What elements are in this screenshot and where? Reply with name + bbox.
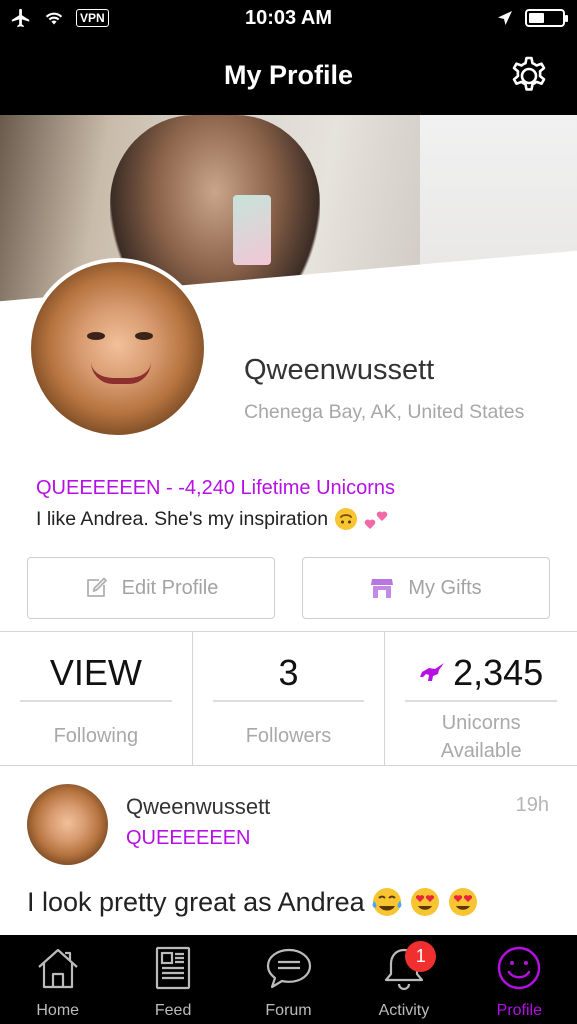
post-text: I look pretty great as Andrea xyxy=(27,886,479,918)
profile-bio-text: I like Andrea. She's my inspiration xyxy=(36,507,329,530)
stats-row: VIEW Following 3 Followers 2,345 Unicorn… xyxy=(0,631,577,766)
battery-level xyxy=(529,13,545,23)
stat-following-value: VIEW xyxy=(49,652,142,693)
two-hearts-emoji-icon xyxy=(364,511,388,529)
stat-followers-label: Followers xyxy=(245,725,332,747)
stat-following[interactable]: VIEW Following xyxy=(0,632,193,765)
tab-profile-label: Profile xyxy=(496,1002,542,1019)
stat-followers-value: 3 xyxy=(278,652,299,693)
tab-activity-label: Activity xyxy=(378,1002,430,1019)
storefront-icon xyxy=(371,579,394,598)
battery-icon xyxy=(525,9,568,27)
stat-unicorns-value: 2,345 xyxy=(453,652,544,693)
profile-location: Chenega Bay, AK, United States xyxy=(244,401,525,423)
edit-icon xyxy=(86,577,107,597)
stat-unicorns-label: Unicorns Available xyxy=(385,709,577,765)
profile-tagline: QUEEEEEEN - -4,240 Lifetime Unicorns xyxy=(36,477,396,499)
profile-bio: I like Andrea. She's my inspiration xyxy=(36,507,390,531)
heart-eyes-emoji-icon xyxy=(410,888,439,916)
stat-following-label: Following xyxy=(53,725,139,747)
avatar-eye-left xyxy=(87,332,105,340)
edit-profile-button[interactable]: Edit Profile xyxy=(27,557,275,619)
my-gifts-button[interactable]: My Gifts xyxy=(302,557,550,619)
status-right xyxy=(497,9,568,27)
post-text-content: I look pretty great as Andrea xyxy=(27,886,365,917)
nav-bar: My Profile xyxy=(0,38,577,115)
tab-home-label: Home xyxy=(36,1002,80,1019)
edit-profile-label: Edit Profile xyxy=(121,576,219,599)
status-time: 10:03 AM xyxy=(244,7,333,29)
stat-followers[interactable]: 3 Followers xyxy=(193,632,386,765)
notification-badge: 1 xyxy=(405,941,437,972)
stat-unicorns-label-line2: Available xyxy=(440,740,522,762)
tab-home[interactable]: Home xyxy=(0,935,115,1024)
post-username[interactable]: Qweenwussett xyxy=(126,794,270,820)
post-avatar[interactable] xyxy=(27,784,108,865)
divider xyxy=(405,700,558,702)
post-tag: QUEEEEEEN xyxy=(126,827,251,849)
stat-unicorns-label-line1: Unicorns xyxy=(441,712,521,734)
chat-bubble-icon xyxy=(266,948,311,989)
home-icon xyxy=(37,948,78,989)
status-bar: VPN 10:03 AM xyxy=(0,0,577,38)
divider xyxy=(20,700,172,702)
upside-down-face-emoji-icon xyxy=(335,508,358,530)
tab-forum[interactable]: Forum xyxy=(231,935,346,1024)
feed-icon xyxy=(156,946,191,990)
profile-username: Qweenwussett xyxy=(244,354,435,386)
tab-feed-label: Feed xyxy=(154,1002,192,1019)
tab-activity[interactable]: 1 Activity xyxy=(346,935,461,1024)
heart-eyes-emoji-icon xyxy=(448,888,477,916)
tab-bar: Home Feed Forum 1 Activity Profile xyxy=(0,935,577,1024)
stat-unicorns-value-row: 2,345 xyxy=(385,652,577,694)
location-arrow-icon xyxy=(498,11,512,25)
tab-profile[interactable]: Profile xyxy=(462,935,577,1024)
avatar[interactable] xyxy=(27,258,208,439)
avatar-eye-right xyxy=(135,332,153,340)
tab-feed[interactable]: Feed xyxy=(115,935,230,1024)
divider xyxy=(212,700,365,702)
tears-of-joy-emoji-icon xyxy=(372,888,402,916)
tab-forum-label: Forum xyxy=(265,1002,312,1019)
gear-icon[interactable] xyxy=(507,54,551,98)
smiley-icon xyxy=(498,946,541,990)
avatar-smile xyxy=(91,362,151,384)
my-gifts-label: My Gifts xyxy=(408,576,482,599)
post-timestamp: 19h xyxy=(515,794,549,816)
unicorn-icon xyxy=(420,663,445,681)
stat-unicorns[interactable]: 2,345 Unicorns Available xyxy=(385,632,577,765)
cover-phone-case xyxy=(233,195,271,265)
page-title: My Profile xyxy=(223,60,354,90)
